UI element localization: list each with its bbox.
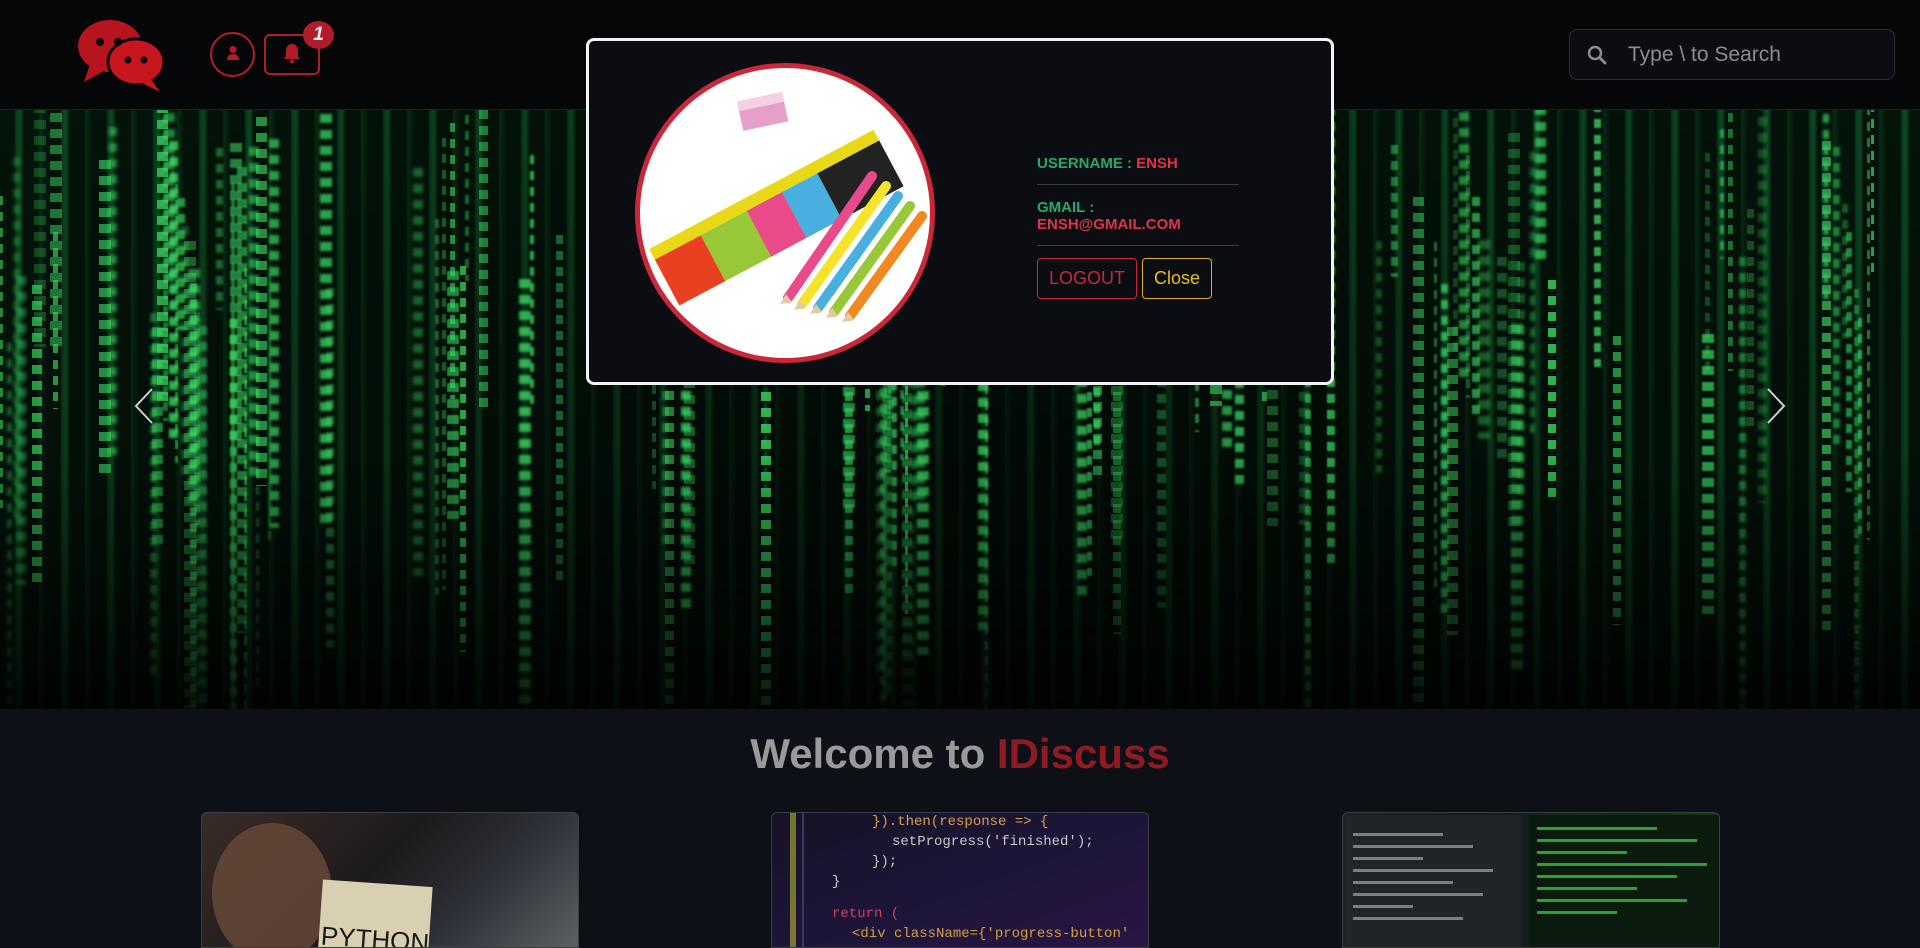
matrix-rain-streak bbox=[34, 110, 46, 347]
logout-button[interactable]: LOGOUT bbox=[1037, 258, 1138, 299]
carousel-next-button[interactable] bbox=[1756, 387, 1796, 430]
matrix-rain-streak bbox=[1535, 110, 1546, 260]
matrix-rain-streak bbox=[1497, 257, 1507, 461]
profile-info: USERNAME : ENSH GMAIL : ENSH@GMAIL.COM L… bbox=[1037, 151, 1239, 299]
matrix-rain-streak bbox=[465, 110, 469, 281]
close-button[interactable]: Close bbox=[1142, 258, 1213, 299]
svg-text:return (: return ( bbox=[832, 906, 899, 922]
card-image: }).then(response => { setProgress('finis… bbox=[790, 813, 1129, 947]
modal-actions: LOGOUT Close bbox=[1037, 258, 1239, 299]
matrix-rain-streak bbox=[1466, 155, 1470, 398]
matrix-rain-streak bbox=[1871, 110, 1874, 275]
username-row: USERNAME : ENSH bbox=[1037, 151, 1239, 185]
matrix-rain-streak bbox=[1758, 110, 1767, 503]
profile-avatar bbox=[635, 63, 935, 363]
user-icon bbox=[226, 45, 240, 64]
svg-text:setProgress('finished');: setProgress('finished'); bbox=[892, 834, 1094, 850]
chat-bubbles-icon[interactable] bbox=[76, 16, 168, 92]
matrix-rain-streak bbox=[1391, 145, 1398, 277]
category-card-python[interactable]: PYTHON bbox=[201, 812, 579, 948]
search-icon bbox=[1584, 42, 1610, 68]
matrix-rain-streak bbox=[1478, 240, 1490, 439]
gmail-label: GMAIL : bbox=[1037, 199, 1095, 216]
matrix-rain-streak bbox=[1705, 153, 1710, 377]
hero-overlay bbox=[0, 449, 1920, 709]
notification-count-badge: 1 bbox=[303, 21, 334, 49]
card-image: PYTHON bbox=[212, 823, 433, 947]
matrix-rain-streak bbox=[530, 155, 534, 409]
username-label: USERNAME : bbox=[1037, 155, 1137, 172]
matrix-rain-streak bbox=[230, 143, 242, 443]
matrix-rain-streak bbox=[1453, 110, 1458, 356]
matrix-rain-streak bbox=[1747, 209, 1754, 433]
svg-text:});: }); bbox=[872, 854, 897, 870]
chevron-right-icon bbox=[1766, 387, 1786, 430]
welcome-prefix: Welcome to bbox=[750, 730, 997, 777]
matrix-rain-streak bbox=[1376, 241, 1382, 473]
matrix-rain-streak bbox=[1728, 110, 1733, 371]
carousel-prev-button[interactable] bbox=[124, 387, 164, 430]
matrix-rain-streak bbox=[1833, 147, 1840, 451]
svg-text:}).then(response => {: }).then(response => { bbox=[872, 814, 1048, 830]
matrix-rain-streak bbox=[1720, 129, 1724, 259]
matrix-rain-streak bbox=[1594, 110, 1601, 367]
category-card-javascript[interactable]: }).then(response => { setProgress('finis… bbox=[771, 812, 1149, 948]
matrix-rain-streak bbox=[109, 127, 117, 455]
bell-icon bbox=[282, 42, 302, 67]
matrix-rain-streak bbox=[1823, 110, 1829, 302]
matrix-rain-streak bbox=[479, 110, 488, 414]
matrix-rain-streak bbox=[53, 232, 58, 409]
user-profile-button[interactable] bbox=[210, 32, 255, 77]
brand-name: IDiscuss bbox=[996, 730, 1170, 777]
profile-modal: USERNAME : ENSH GMAIL : ENSH@GMAIL.COM L… bbox=[586, 38, 1334, 385]
search-bar[interactable] bbox=[1569, 29, 1895, 80]
matrix-rain-streak bbox=[216, 148, 223, 310]
gmail-value: ENSH@GMAIL.COM bbox=[1037, 216, 1181, 233]
svg-text:}: } bbox=[832, 874, 840, 890]
matrix-rain-streak bbox=[450, 123, 455, 399]
category-card-terminal[interactable] bbox=[1342, 812, 1720, 948]
welcome-heading: Welcome to IDiscuss bbox=[0, 730, 1920, 778]
svg-text:<div className={'progress-butt: <div className={'progress-button' bbox=[852, 926, 1129, 942]
username-value: ENSH bbox=[1136, 155, 1178, 172]
chevron-left-icon bbox=[134, 387, 154, 430]
search-input[interactable] bbox=[1628, 42, 1878, 67]
card-image bbox=[1345, 815, 1719, 947]
gmail-row: GMAIL : ENSH@GMAIL.COM bbox=[1037, 195, 1239, 246]
